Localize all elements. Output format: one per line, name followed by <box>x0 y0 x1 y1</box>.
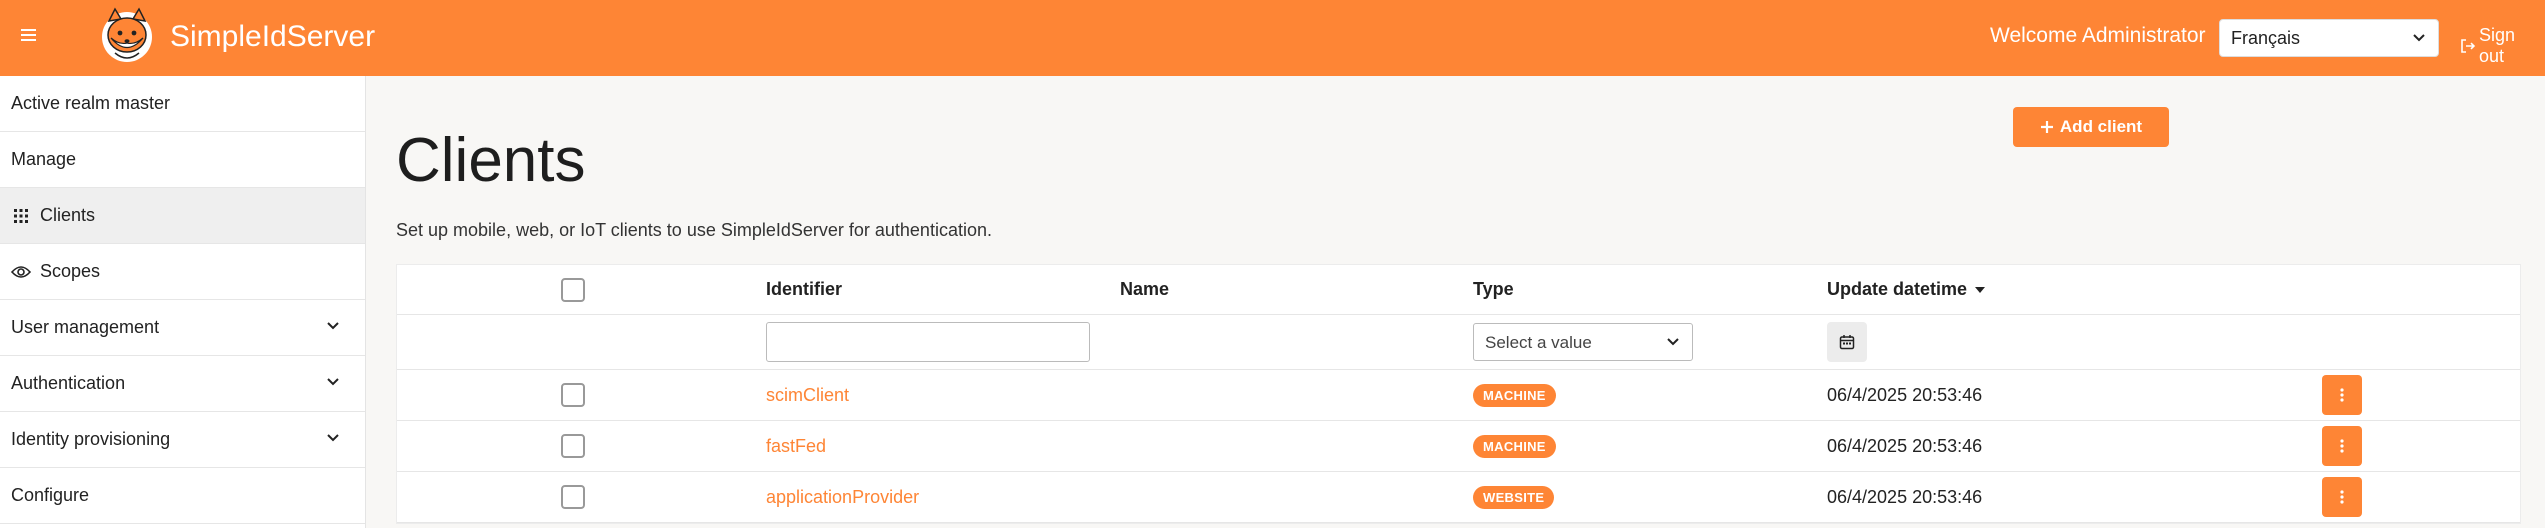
clients-table: Identifier Name Type Update datetime Sel… <box>396 264 2521 524</box>
sidebar-item-label: Clients <box>40 205 96 225</box>
sidebar-item-label: Identity provisioning <box>11 429 171 449</box>
add-client-button[interactable]: Add client <box>2013 107 2169 147</box>
sign-out-link[interactable]: Sign out <box>2460 25 2545 67</box>
client-type-badge: WEBSITE <box>1473 485 1555 509</box>
client-identifier-link[interactable]: applicationProvider <box>766 472 919 522</box>
chevron-down-icon <box>1667 338 1679 346</box>
sign-out-label: Sign out <box>2478 25 2516 66</box>
select-all-checkbox[interactable] <box>561 277 585 302</box>
add-client-label: Add client <box>2059 117 2143 136</box>
chevron-down-icon <box>327 378 339 386</box>
column-header-label: Update datetime <box>1827 279 1968 299</box>
more-vertical-icon <box>2340 439 2344 453</box>
chevron-down-icon <box>2413 34 2425 42</box>
row-actions-button[interactable] <box>2322 477 2362 517</box>
language-select-value: Français <box>2231 28 2301 48</box>
sign-out-icon <box>2461 39 2476 53</box>
sidebar: Active realm master Manage Clients Scope… <box>0 76 366 528</box>
type-filter-placeholder: Select a value <box>1485 333 1592 352</box>
client-type-badge: MACHINE <box>1473 434 1556 458</box>
chevron-down-icon <box>327 434 339 442</box>
row-checkbox[interactable] <box>561 383 585 407</box>
table-filter-row: Select a value <box>397 315 2520 370</box>
sidebar-item-label: Configure <box>11 485 90 505</box>
more-vertical-icon <box>2340 490 2344 504</box>
welcome-text: Welcome Administrator <box>1990 24 2206 47</box>
row-actions-button[interactable] <box>2322 426 2362 466</box>
brand-name: SimpleIdServer <box>170 20 376 53</box>
sort-down-icon <box>1975 286 1986 293</box>
client-update-datetime: 06/4/2025 20:53:46 <box>1827 384 1983 405</box>
calendar-icon <box>1839 335 1855 350</box>
client-identifier-link[interactable]: scimClient <box>766 370 849 420</box>
client-identifier-link[interactable]: fastFed <box>766 421 826 471</box>
sidebar-item-authentication[interactable]: Authentication <box>0 356 365 412</box>
client-update-datetime: 06/4/2025 20:53:46 <box>1827 435 1983 456</box>
column-header-update-datetime[interactable]: Update datetime <box>1827 265 1986 314</box>
column-header-type[interactable]: Type <box>1473 265 1514 314</box>
sidebar-item-label: User management <box>11 317 160 337</box>
sidebar-item-identity-provisioning[interactable]: Identity provisioning <box>0 412 365 468</box>
top-bar: SimpleIdServer Welcome Administrator Fra… <box>0 0 2545 76</box>
client-update-datetime: 06/4/2025 20:53:46 <box>1827 486 1983 507</box>
eye-icon <box>11 262 31 282</box>
type-filter-select[interactable]: Select a value <box>1473 323 1693 361</box>
table-row: fastFed MACHINE 06/4/2025 20:53:46 <box>397 421 2520 472</box>
column-header-identifier[interactable]: Identifier <box>766 265 842 314</box>
column-header-name[interactable]: Name <box>1120 265 1169 314</box>
sidebar-item-active-realm[interactable]: Active realm master <box>0 76 365 132</box>
sidebar-item-label: Scopes <box>40 261 101 281</box>
chevron-down-icon <box>327 322 339 330</box>
more-vertical-icon <box>2340 388 2344 402</box>
table-header-row: Identifier Name Type Update datetime <box>397 265 2520 315</box>
identifier-filter-input[interactable] <box>766 322 1090 362</box>
fox-logo <box>102 7 152 62</box>
page-title: Clients <box>396 126 586 195</box>
page-description: Set up mobile, web, or IoT clients to us… <box>396 220 992 240</box>
sidebar-item-manage[interactable]: Manage <box>0 132 365 188</box>
main-content: Add client Clients Set up mobile, web, o… <box>366 76 2545 528</box>
sidebar-item-configure[interactable]: Configure <box>0 468 365 524</box>
row-checkbox[interactable] <box>561 434 585 458</box>
sidebar-item-scopes[interactable]: Scopes <box>0 244 365 300</box>
table-row: scimClient MACHINE 06/4/2025 20:53:46 <box>397 370 2520 421</box>
sidebar-item-label: Manage <box>11 149 77 169</box>
grid-icon <box>11 206 31 226</box>
table-row: applicationProvider WEBSITE 06/4/2025 20… <box>397 472 2520 523</box>
sidebar-item-clients[interactable]: Clients <box>0 188 365 244</box>
sidebar-item-label: Active realm master <box>11 93 171 113</box>
client-type-badge: MACHINE <box>1473 383 1556 407</box>
row-actions-button[interactable] <box>2322 375 2362 415</box>
sidebar-item-label: Authentication <box>11 373 126 393</box>
row-checkbox[interactable] <box>561 485 585 509</box>
sidebar-item-user-management[interactable]: User management <box>0 300 365 356</box>
plus-icon <box>2040 121 2053 133</box>
language-select[interactable]: Français <box>2219 19 2439 57</box>
date-filter-button[interactable] <box>1827 322 1867 362</box>
menu-toggle-icon[interactable] <box>18 26 40 48</box>
